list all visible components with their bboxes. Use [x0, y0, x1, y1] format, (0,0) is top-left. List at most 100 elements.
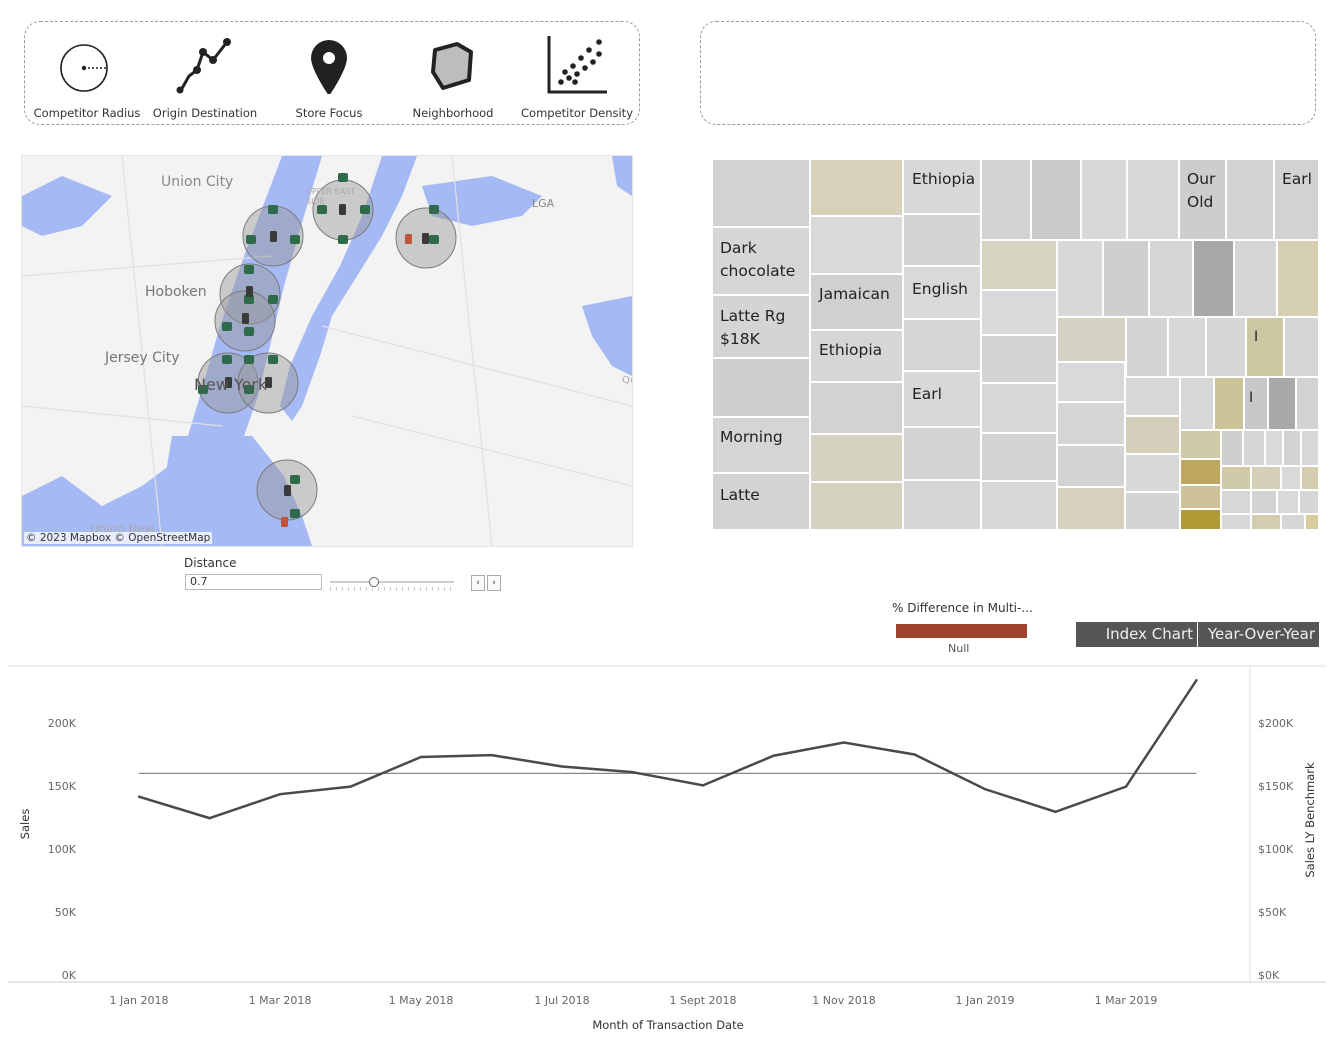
competitor-marker[interactable] — [270, 231, 277, 242]
store-marker[interactable] — [268, 295, 278, 304]
sales-point[interactable] — [701, 784, 705, 787]
treemap-cell[interactable] — [981, 159, 1031, 240]
treemap-cell[interactable] — [810, 434, 903, 482]
treemap-cell[interactable] — [981, 383, 1057, 433]
sales-point[interactable] — [1054, 810, 1057, 814]
sales-point[interactable] — [1124, 785, 1128, 788]
treemap-cell[interactable] — [1180, 377, 1214, 430]
store-marker[interactable] — [244, 355, 254, 364]
treemap-cell[interactable] — [1125, 377, 1180, 416]
treemap-cell[interactable] — [1180, 509, 1221, 530]
sales-point[interactable] — [1195, 678, 1198, 682]
store-marker[interactable] — [290, 509, 300, 518]
treemap-cell[interactable] — [1057, 240, 1103, 317]
store-marker[interactable] — [222, 322, 232, 331]
competitor-marker[interactable] — [284, 485, 291, 496]
treemap-cell[interactable] — [810, 216, 903, 274]
index-chart-button[interactable]: Index Chart — [1076, 622, 1197, 647]
treemap-cell[interactable] — [981, 335, 1057, 383]
other-marker[interactable] — [281, 517, 288, 527]
sales-point[interactable] — [490, 753, 493, 757]
treemap-cell[interactable] — [1057, 445, 1125, 487]
treemap-cell[interactable] — [903, 319, 981, 371]
store-marker[interactable] — [338, 173, 348, 182]
treemap-cell[interactable] — [712, 159, 810, 227]
map-attribution[interactable]: © 2023 Mapbox © OpenStreetMap — [24, 532, 213, 544]
sales-point[interactable] — [560, 765, 564, 768]
treemap-cell[interactable] — [981, 433, 1057, 481]
sales-point[interactable] — [137, 795, 141, 798]
origin-destination-button[interactable]: Origin Destination — [146, 22, 264, 124]
store-marker[interactable] — [290, 475, 300, 484]
treemap-cell[interactable] — [1125, 454, 1180, 492]
treemap-cell[interactable] — [1221, 490, 1251, 514]
treemap-cell[interactable] — [1180, 430, 1221, 459]
treemap-cell[interactable] — [1305, 514, 1319, 530]
treemap-cell[interactable] — [1126, 317, 1168, 377]
treemap-cell[interactable] — [1226, 159, 1274, 240]
treemap-cell[interactable] — [1277, 490, 1299, 514]
sales-point[interactable] — [772, 754, 775, 757]
other-marker[interactable] — [405, 234, 412, 244]
treemap-cell[interactable] — [903, 214, 981, 266]
treemap-cell[interactable] — [1265, 430, 1283, 466]
treemap-cell[interactable] — [981, 290, 1057, 335]
competitor-radius-button[interactable]: Competitor Radius — [28, 22, 146, 124]
store-marker[interactable] — [244, 327, 254, 336]
neighborhood-button[interactable]: Neighborhood — [394, 22, 512, 124]
sales-point[interactable] — [278, 792, 282, 796]
treemap-cell[interactable] — [1268, 377, 1296, 430]
competitor-marker[interactable] — [422, 233, 429, 244]
competitor-density-button[interactable]: Competitor Density — [518, 22, 636, 124]
treemap-cell[interactable] — [1251, 466, 1281, 490]
store-focus-button[interactable]: Store Focus — [270, 22, 388, 124]
treemap-cell[interactable] — [1214, 377, 1244, 430]
distance-slider-handle[interactable] — [369, 577, 379, 587]
treemap-cell[interactable] — [1057, 362, 1125, 402]
treemap-cell[interactable] — [1234, 240, 1277, 317]
store-marker[interactable] — [290, 235, 300, 244]
treemap-cell[interactable] — [712, 358, 810, 417]
treemap-cell[interactable] — [1221, 430, 1243, 466]
sales-point[interactable] — [631, 770, 634, 774]
treemap-cell[interactable] — [1180, 459, 1221, 485]
treemap-cell[interactable] — [1246, 317, 1284, 377]
treemap-cell[interactable] — [1221, 514, 1251, 530]
store-marker[interactable] — [268, 205, 278, 214]
treemap-cell[interactable] — [1299, 490, 1319, 514]
sales-point[interactable] — [983, 787, 987, 791]
treemap-cell[interactable] — [1057, 487, 1125, 530]
sales-point[interactable] — [349, 785, 352, 788]
store-map[interactable]: Union City Hoboken Jersey City New York … — [21, 155, 633, 547]
distance-slider-track[interactable] — [330, 581, 454, 583]
treemap-cell[interactable] — [1125, 492, 1180, 530]
treemap-cell[interactable] — [1180, 485, 1221, 509]
distance-next-button[interactable]: › — [487, 575, 501, 591]
treemap-cell[interactable] — [1251, 490, 1277, 514]
store-marker[interactable] — [429, 235, 439, 244]
treemap-cell[interactable] — [981, 240, 1057, 290]
treemap-cell[interactable] — [1057, 317, 1126, 362]
treemap-cell[interactable] — [1221, 466, 1251, 490]
treemap-cell[interactable] — [1081, 159, 1127, 240]
store-marker[interactable] — [246, 235, 256, 244]
treemap-cell[interactable] — [1301, 466, 1319, 490]
treemap-cell[interactable] — [1206, 317, 1246, 377]
treemap-cell[interactable] — [1127, 159, 1179, 240]
treemap-cell[interactable] — [1244, 377, 1268, 430]
treemap-cell[interactable] — [1296, 377, 1319, 430]
treemap-cell[interactable] — [1281, 514, 1305, 530]
treemap-cell[interactable] — [1251, 514, 1281, 530]
treemap-cell[interactable] — [1103, 240, 1149, 317]
treemap-cell[interactable] — [1125, 416, 1180, 454]
treemap-cell[interactable] — [903, 427, 981, 480]
treemap-cell[interactable] — [981, 481, 1057, 530]
treemap-cell[interactable] — [1284, 317, 1319, 377]
sales-point[interactable] — [419, 755, 423, 759]
competitor-marker[interactable] — [242, 313, 249, 324]
treemap-cell[interactable] — [810, 159, 903, 216]
treemap-cell[interactable] — [1283, 430, 1301, 466]
treemap-cell[interactable] — [1243, 430, 1265, 466]
year-over-year-button[interactable]: Year-Over-Year — [1198, 622, 1319, 647]
store-marker[interactable] — [222, 355, 232, 364]
